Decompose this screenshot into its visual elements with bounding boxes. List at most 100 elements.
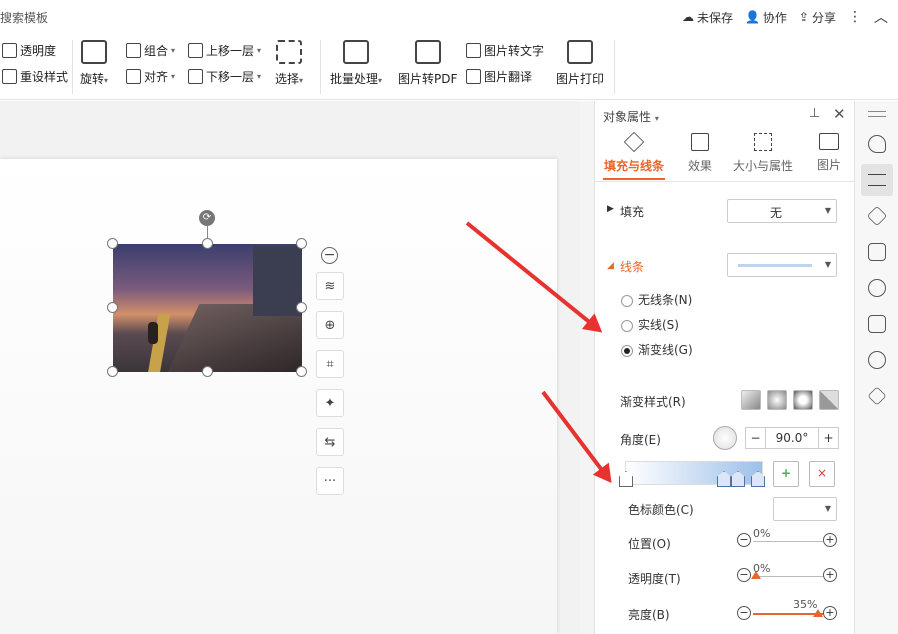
- expand-triangle-icon[interactable]: ▶: [607, 204, 614, 214]
- collapse-icon[interactable]: ︿: [874, 7, 888, 27]
- reset-style-button[interactable]: 重设样式: [2, 68, 68, 85]
- fill-label: 填充: [620, 205, 645, 219]
- minus-circle-icon[interactable]: −: [321, 247, 338, 264]
- share-icon: ⇪: [798, 10, 809, 24]
- resize-handle[interactable]: [296, 302, 307, 313]
- group-button[interactable]: 组合 ▾: [126, 42, 175, 59]
- move-down-button[interactable]: 下移一层 ▾: [188, 68, 261, 85]
- resize-handle[interactable]: [107, 238, 118, 249]
- star-pin-icon[interactable]: [866, 205, 888, 227]
- divider: [72, 40, 73, 94]
- line-style-dropdown[interactable]: ▼: [727, 253, 837, 277]
- layers-icon[interactable]: ≋: [316, 272, 344, 300]
- radio-no-line[interactable]: 无线条(N): [621, 291, 692, 308]
- scrollbar[interactable]: [580, 101, 594, 634]
- right-tool-rail: [854, 101, 898, 634]
- rocket-icon[interactable]: [868, 135, 886, 153]
- unsaved-button[interactable]: ☁ 未保存: [682, 9, 733, 26]
- move-up-button[interactable]: 上移一层 ▾: [188, 42, 261, 59]
- angle-stepper[interactable]: − 90.0° +: [745, 427, 839, 449]
- title-bar: 搜索模板 ☁ 未保存 👤 协作 ⇪ 分享 ⋮ ︿: [0, 0, 898, 34]
- resize-handle[interactable]: [296, 366, 307, 377]
- img-to-pdf-button[interactable]: 图片转PDF: [398, 40, 457, 87]
- group-icon: [126, 43, 141, 58]
- img-to-text-button[interactable]: 图片转文字: [466, 42, 544, 59]
- radio-button: [621, 344, 633, 357]
- gradient-rect-preset[interactable]: [793, 390, 813, 410]
- img-translate-button[interactable]: 图片翻译: [466, 68, 532, 85]
- minus-icon[interactable]: −: [746, 428, 766, 448]
- object-properties-panel: 对象属性 ▾ ⊥ ✕ 填充与线条 效果 大小与属性 图片 ▶ 填充 无 ▼ ◢ …: [594, 101, 855, 634]
- tab-effects[interactable]: 效果: [683, 133, 717, 174]
- help-icon[interactable]: [868, 279, 886, 297]
- radio-solid-line[interactable]: 实线(S): [621, 316, 679, 333]
- transparency-button[interactable]: 透明度: [2, 42, 56, 59]
- angle-dial[interactable]: [713, 426, 737, 450]
- img-print-button[interactable]: 图片打印: [556, 40, 604, 87]
- position-value: 0%: [753, 527, 771, 540]
- plus-circle-icon[interactable]: +: [823, 606, 837, 620]
- cube-icon[interactable]: [867, 386, 887, 406]
- pdf-icon: [414, 40, 441, 64]
- lightbulb-icon[interactable]: ✦: [316, 389, 344, 417]
- gradient-linear-preset[interactable]: [741, 390, 761, 410]
- resize-handle[interactable]: [107, 366, 118, 377]
- share-button[interactable]: ⇪ 分享: [799, 9, 836, 26]
- properties-rail-button[interactable]: [861, 164, 893, 196]
- more-vertical-icon[interactable]: ⋮: [848, 9, 862, 25]
- resize-handle[interactable]: [202, 238, 213, 249]
- tab-picture[interactable]: 图片: [813, 133, 845, 173]
- minus-circle-icon[interactable]: −: [737, 568, 751, 582]
- align-button[interactable]: 对齐 ▾: [126, 68, 175, 85]
- pin-icon[interactable]: ⊥: [809, 106, 820, 121]
- divider: [320, 40, 321, 94]
- radio-gradient-line[interactable]: 渐变线(G): [621, 341, 693, 358]
- select-button[interactable]: 选择▾: [275, 40, 303, 87]
- transparency-slider[interactable]: [753, 576, 823, 577]
- minus-circle-icon[interactable]: −: [737, 533, 751, 547]
- panel-title[interactable]: 对象属性 ▾: [603, 108, 659, 125]
- stop-color-dropdown[interactable]: ▼: [773, 497, 837, 521]
- rotate-button[interactable]: 旋转▾: [80, 40, 108, 87]
- transparency-value: 0%: [753, 562, 771, 575]
- zoom-in-icon[interactable]: ⊕: [316, 311, 344, 339]
- gradient-path-preset[interactable]: [819, 390, 839, 410]
- tab-fill-line[interactable]: 填充与线条: [603, 131, 665, 174]
- collapse-triangle-icon[interactable]: ◢: [607, 261, 614, 271]
- menu-lines-icon[interactable]: [868, 111, 886, 117]
- radio-button: [621, 294, 633, 307]
- resize-handle[interactable]: [202, 366, 213, 377]
- plus-circle-icon[interactable]: +: [823, 533, 837, 547]
- collab-button[interactable]: 👤 协作: [745, 9, 787, 26]
- cloud-sync-icon[interactable]: [868, 315, 886, 333]
- crop-icon[interactable]: ⌗: [316, 350, 344, 378]
- cloud-icon: ☁: [681, 10, 694, 24]
- gradient-radial-preset[interactable]: [767, 390, 787, 410]
- swap-icon[interactable]: [868, 243, 886, 261]
- tab-size-props[interactable]: 大小与属性: [731, 133, 795, 174]
- plus-circle-icon[interactable]: +: [823, 568, 837, 582]
- radio-button: [621, 319, 633, 332]
- lightning-icon[interactable]: [868, 351, 886, 369]
- close-icon[interactable]: ✕: [833, 105, 846, 123]
- position-label: 位置(O): [628, 537, 671, 551]
- more-icon[interactable]: ···: [316, 467, 344, 495]
- add-stop-button[interactable]: +: [773, 461, 799, 487]
- fill-dropdown[interactable]: 无 ▼: [727, 199, 837, 223]
- gradient-style-label: 渐变样式(R): [620, 395, 686, 409]
- position-slider[interactable]: [753, 541, 823, 542]
- divider: [614, 40, 615, 94]
- reset-icon: [2, 69, 17, 84]
- rotate-handle[interactable]: ⟳: [199, 210, 215, 226]
- resize-handle[interactable]: [296, 238, 307, 249]
- resize-handle[interactable]: [107, 302, 118, 313]
- template-search[interactable]: 搜索模板: [0, 9, 48, 26]
- remove-stop-button[interactable]: ×: [809, 461, 835, 487]
- plus-icon[interactable]: +: [818, 428, 838, 448]
- selected-image[interactable]: [113, 244, 302, 372]
- batch-button[interactable]: 批量处理▾: [330, 40, 382, 87]
- convert-image-icon[interactable]: ⇆: [316, 428, 344, 456]
- brightness-value: 35%: [793, 598, 818, 611]
- minus-circle-icon[interactable]: −: [737, 606, 751, 620]
- ocr-icon: [466, 43, 481, 58]
